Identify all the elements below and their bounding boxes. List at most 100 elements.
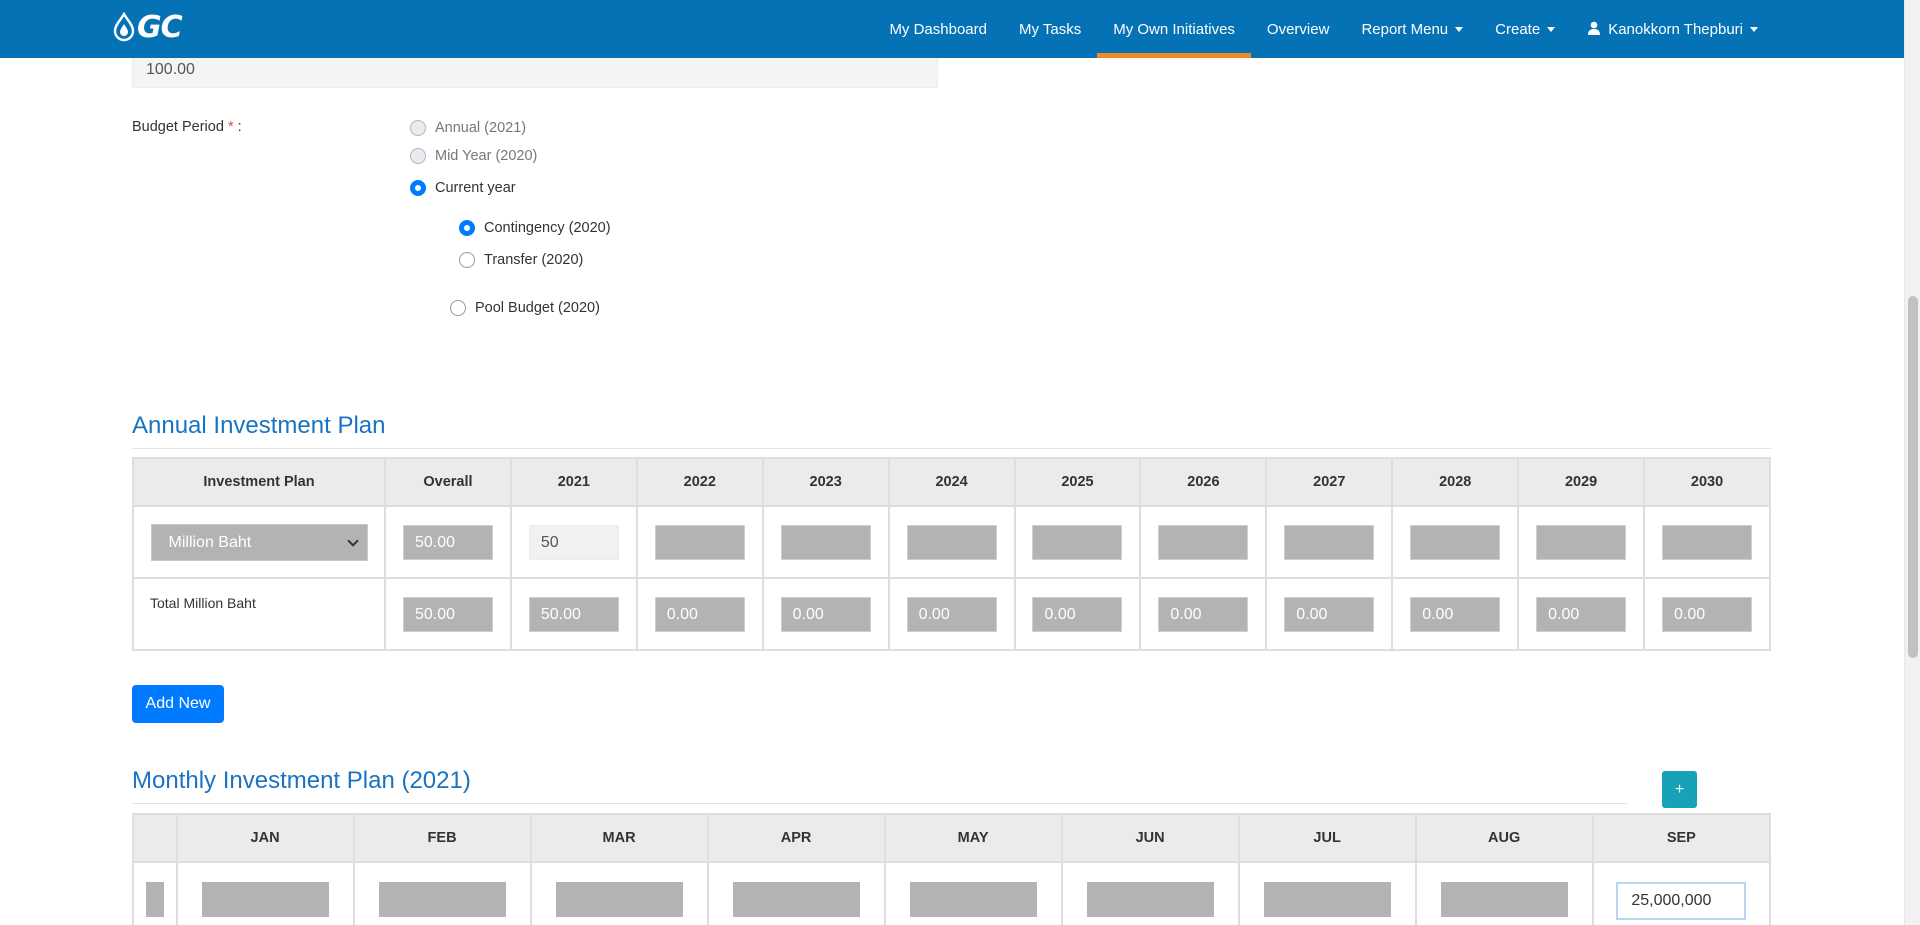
radio-pool-budget-label: Pool Budget (2020) <box>475 300 600 316</box>
annual-plan-title: Annual Investment Plan <box>132 412 386 439</box>
budget-amount-input[interactable]: 100.00 <box>132 53 938 88</box>
year-2027-input <box>1284 524 1375 560</box>
nav-my-own-initiatives[interactable]: My Own Initiatives <box>1097 0 1251 58</box>
apr-input <box>732 881 860 917</box>
nav-overview-label: Overview <box>1266 21 1330 38</box>
year-2021-input[interactable]: 50 <box>528 524 619 560</box>
gc-logo[interactable]: GC <box>112 10 183 45</box>
monthly-plan-table: JAN FEB MAR APR MAY JUN JUL AUG SEP 25,0… <box>132 813 1771 925</box>
radio-contingency-circle[interactable] <box>459 220 475 236</box>
page-scrollbar[interactable] <box>1904 0 1920 925</box>
year-2023-cell <box>761 505 890 579</box>
header-jan: JAN <box>175 813 355 863</box>
currency-select[interactable]: Million Baht <box>150 523 368 561</box>
year-2026-input <box>1158 524 1249 560</box>
annual-plan-row: Million Baht 50.00 50 <box>132 505 1771 579</box>
nav-report-menu[interactable]: Report Menu <box>1345 0 1479 58</box>
year-2022-cell <box>635 505 764 579</box>
radio-transfer-label: Transfer (2020) <box>484 252 584 268</box>
total-2024: 0.00 <box>906 596 997 632</box>
year-2025-cell <box>1013 505 1142 579</box>
year-2024-cell <box>887 505 1016 579</box>
header-aug: AUG <box>1414 813 1594 863</box>
year-2022-input <box>654 524 745 560</box>
radio-mid-year-circle[interactable] <box>410 148 426 164</box>
jun-cell <box>1060 861 1240 925</box>
year-2023-input <box>780 524 871 560</box>
jan-input <box>201 881 329 917</box>
total-2028: 0.00 <box>1410 596 1501 632</box>
total-2029: 0.00 <box>1536 596 1627 632</box>
total-2027: 0.00 <box>1284 596 1375 632</box>
radio-pool-budget[interactable]: Pool Budget (2020) <box>450 300 600 316</box>
nav-overview[interactable]: Overview <box>1251 0 1346 58</box>
total-2029-cell: 0.00 <box>1517 577 1646 651</box>
header-2022: 2022 <box>635 457 764 507</box>
nav-my-tasks[interactable]: My Tasks <box>1003 0 1097 58</box>
add-monthly-button[interactable]: + <box>1662 771 1697 808</box>
year-2021-cell: 50 <box>509 505 638 579</box>
nav-my-dashboard[interactable]: My Dashboard <box>873 0 1003 58</box>
radio-current-year[interactable]: Current year <box>410 180 516 196</box>
header-jul: JUL <box>1237 813 1417 863</box>
header-2023: 2023 <box>761 457 890 507</box>
caret-down-icon <box>1455 26 1464 32</box>
header-2025: 2025 <box>1013 457 1142 507</box>
radio-annual-circle[interactable] <box>410 120 426 136</box>
total-2022-cell: 0.00 <box>635 577 764 651</box>
caret-down-icon <box>1547 26 1556 32</box>
radio-transfer[interactable]: Transfer (2020) <box>459 252 583 268</box>
radio-annual[interactable]: Annual (2021) <box>410 120 526 136</box>
nav-menu: My Dashboard My Tasks My Own Initiatives… <box>873 0 1774 58</box>
header-2028: 2028 <box>1391 457 1520 507</box>
year-2030-input <box>1662 524 1753 560</box>
header-2029: 2029 <box>1517 457 1646 507</box>
sep-cell: 25,000,000 <box>1591 861 1771 925</box>
header-2026: 2026 <box>1139 457 1268 507</box>
sep-input[interactable]: 25,000,000 <box>1616 882 1747 920</box>
nav-user-menu[interactable]: Kanokkorn Thepburi <box>1571 0 1774 58</box>
annual-header-row: Investment Plan Overall 2021 2022 2023 2… <box>132 457 1771 507</box>
year-2028-cell <box>1391 505 1520 579</box>
add-new-button[interactable]: Add New <box>132 685 224 723</box>
year-2028-input <box>1410 524 1501 560</box>
header-mar: MAR <box>529 813 709 863</box>
stub-cell <box>132 861 178 925</box>
radio-transfer-circle[interactable] <box>459 252 475 268</box>
top-navbar: GC My Dashboard My Tasks My Own Initiati… <box>0 0 1904 58</box>
may-input <box>909 881 1037 917</box>
radio-contingency[interactable]: Contingency (2020) <box>459 220 611 236</box>
user-name: Kanokkorn Thepburi <box>1608 21 1743 38</box>
feb-input <box>378 881 506 917</box>
total-overall: 50.00 <box>402 596 493 632</box>
currency-select-value: Million Baht <box>168 533 252 551</box>
header-2030: 2030 <box>1643 457 1771 507</box>
caret-down-icon <box>1750 26 1758 32</box>
year-2025-input <box>1032 524 1123 560</box>
radio-pool-budget-circle[interactable] <box>450 300 466 316</box>
scrollbar-thumb[interactable] <box>1908 296 1918 658</box>
total-2030-cell: 0.00 <box>1643 577 1771 651</box>
header-investment-plan: Investment Plan <box>132 457 386 507</box>
annual-plan-table: Investment Plan Overall 2021 2022 2023 2… <box>132 457 1771 651</box>
overall-cell: 50.00 <box>384 505 512 579</box>
total-2028-cell: 0.00 <box>1391 577 1520 651</box>
jul-input <box>1263 881 1391 917</box>
total-2023: 0.00 <box>780 596 871 632</box>
total-2024-cell: 0.00 <box>887 577 1016 651</box>
year-2029-cell <box>1517 505 1646 579</box>
radio-mid-year[interactable]: Mid Year (2020) <box>410 148 537 164</box>
required-asterisk: * <box>227 119 234 135</box>
header-sep: SEP <box>1591 813 1771 863</box>
budget-period-text: Budget Period <box>132 119 224 135</box>
user-icon <box>1588 21 1601 36</box>
droplet-icon <box>113 12 135 42</box>
total-2021-cell: 50.00 <box>509 577 638 651</box>
overall-input: 50.00 <box>402 524 493 560</box>
section-divider <box>132 803 1627 804</box>
radio-current-year-circle[interactable] <box>410 180 426 196</box>
nav-create[interactable]: Create <box>1479 0 1571 58</box>
total-2021: 50.00 <box>528 596 619 632</box>
jun-input <box>1086 881 1214 917</box>
feb-cell <box>352 861 532 925</box>
